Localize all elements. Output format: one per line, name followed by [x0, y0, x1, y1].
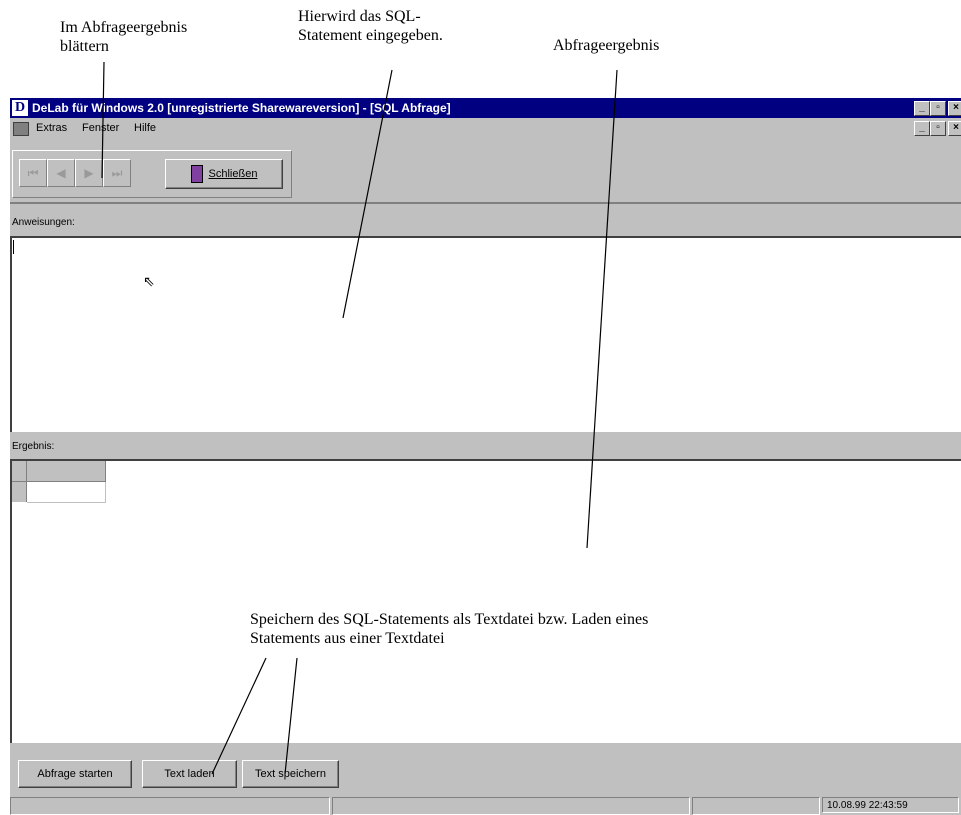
maximize-button[interactable]: ▫ — [930, 101, 946, 116]
app-window: D DeLab für Windows 2.0 [unregistrierte … — [10, 98, 961, 815]
window-title: DeLab für Windows 2.0 [unregistrierte Sh… — [32, 101, 451, 115]
menu-hilfe[interactable]: Hilfe — [134, 122, 156, 134]
last-record-button[interactable]: ⏭ — [103, 159, 131, 187]
next-record-button[interactable]: ▶ — [75, 159, 103, 187]
status-panel-3 — [692, 797, 820, 815]
child-window-icon[interactable] — [13, 122, 29, 136]
menu-fenster[interactable]: Fenster — [82, 122, 119, 134]
door-icon — [190, 165, 203, 184]
toolbar: ⏮ ◀ ▶ ⏭ Schließen — [12, 150, 292, 198]
annotation-save-load: Speichern des SQL-Statements als Textdat… — [250, 611, 649, 647]
child-minimize-button[interactable]: _ — [914, 121, 930, 136]
close-query-button[interactable]: Schließen — [165, 159, 283, 189]
menu-bar: Extras Fenster Hilfe _ ▫ × — [10, 118, 961, 138]
status-panel-2 — [332, 797, 690, 815]
grid-row-indicator[interactable] — [12, 482, 27, 502]
annotation-statement: Hierwird das SQL- Statement eingegeben. — [298, 8, 443, 44]
minimize-button[interactable]: _ — [914, 101, 930, 116]
start-query-button[interactable]: Abfrage starten — [18, 760, 132, 788]
status-panel-1 — [10, 797, 330, 815]
grid-header-cell — [12, 461, 27, 482]
instructions-label: Anweisungen: — [12, 217, 75, 228]
grid-cell[interactable] — [27, 482, 106, 503]
app-icon: D — [12, 100, 28, 116]
grid-column-header[interactable] — [27, 461, 106, 482]
close-query-label: Schließen — [208, 168, 258, 180]
text-cursor — [13, 240, 14, 254]
title-bar: D DeLab für Windows 2.0 [unregistrierte … — [10, 98, 961, 118]
sql-statement-input[interactable]: ⇖ — [10, 236, 961, 432]
menu-extras[interactable]: Extras — [36, 122, 67, 134]
save-text-button[interactable]: Text speichern — [242, 760, 339, 788]
close-button[interactable]: × — [948, 101, 961, 116]
child-close-button[interactable]: × — [948, 121, 961, 136]
mouse-pointer-icon: ⇖ — [143, 273, 155, 289]
annotation-browse: Im Abfrageergebnis blättern — [60, 19, 188, 55]
first-record-button[interactable]: ⏮ — [19, 159, 47, 187]
annotation-result: Abfrageergebnis — [553, 37, 660, 54]
result-grid-pane[interactable] — [10, 459, 961, 743]
status-timestamp: 10.08.99 22:43:59 — [822, 797, 959, 813]
prev-record-button[interactable]: ◀ — [47, 159, 75, 187]
result-label: Ergebnis: — [12, 441, 55, 452]
child-restore-button[interactable]: ▫ — [930, 121, 946, 136]
top-splitter[interactable] — [10, 202, 961, 204]
load-text-button[interactable]: Text laden — [142, 760, 237, 788]
